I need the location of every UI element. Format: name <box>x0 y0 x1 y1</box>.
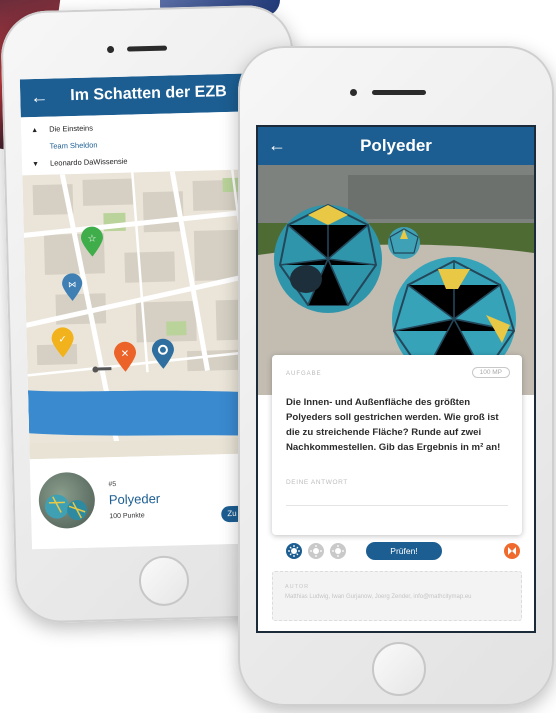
rank-up-icon: ▲ <box>31 126 39 135</box>
team-name: Leonardo DaWissensie <box>49 156 128 168</box>
ranking-row-current: Team Sheldon <box>31 138 97 154</box>
hint-3-icon[interactable] <box>330 543 346 559</box>
speaker-grille <box>126 45 168 52</box>
task-number: #5 <box>108 481 117 489</box>
task-thumbnail <box>38 471 96 530</box>
svg-text:☆: ☆ <box>87 233 96 244</box>
map-marker-check-icon[interactable]: ✓ <box>50 326 75 359</box>
user-location-icon <box>92 366 112 373</box>
home-button[interactable] <box>372 642 426 696</box>
check-answer-button[interactable]: Prüfen! <box>366 542 442 560</box>
ranking-row: ▲ Die Einsteins <box>31 122 93 138</box>
author-text: Matthias Ludwig, Iwan Gurjanow, Joerg Ze… <box>285 594 472 600</box>
skip-icon[interactable] <box>504 543 520 559</box>
answer-input[interactable]: DEINE ANTWORT <box>286 479 348 486</box>
phone-front: ← Polyeder AUFGABE 100 MP Die Innen- und… <box>238 46 554 706</box>
author-label: AUTOR <box>285 584 310 590</box>
back-arrow-icon[interactable]: ← <box>30 86 49 108</box>
author-box: AUTOR Matthias Ludwig, Iwan Gurjanow, Jo… <box>272 571 522 621</box>
front-camera <box>350 89 357 96</box>
home-button[interactable] <box>138 555 190 607</box>
ranking-row: ▼ Leonardo DaWissensie <box>32 155 128 171</box>
task-points: 100 Punkte <box>109 512 145 521</box>
task-card: AUFGABE 100 MP Die Innen- und Außenfläch… <box>272 355 522 535</box>
task-name: Polyeder <box>108 490 161 508</box>
task-label: AUFGABE <box>286 371 322 377</box>
map-marker-fail-icon[interactable]: ✕ <box>113 340 138 373</box>
task-screen: ← Polyeder AUFGABE 100 MP Die Innen- und… <box>256 125 536 633</box>
action-bar: Prüfen! <box>258 539 534 563</box>
map-marker-star-icon[interactable]: ☆ <box>80 225 105 258</box>
map-marker-skip-icon[interactable]: ⋈ <box>61 272 84 303</box>
answer-underline <box>286 505 508 506</box>
speaker-grille <box>372 90 426 95</box>
svg-text:✕: ✕ <box>121 349 130 360</box>
svg-text:✓: ✓ <box>58 334 67 345</box>
rank-down-icon: ▼ <box>31 160 40 169</box>
task-question: Die Innen- und Außenfläche des größten P… <box>286 397 501 453</box>
map-marker-open-icon[interactable] <box>151 337 176 370</box>
svg-text:⋈: ⋈ <box>68 279 77 289</box>
points-badge: 100 MP <box>471 367 510 378</box>
front-camera <box>106 45 115 54</box>
page-title: Im Schatten der EZB <box>70 83 227 105</box>
hint-2-icon[interactable] <box>308 543 324 559</box>
page-title: Polyeder <box>360 136 432 155</box>
app-bar: ← Polyeder <box>258 127 534 165</box>
hint-1-icon[interactable] <box>286 543 302 559</box>
team-name: Team Sheldon <box>49 140 98 151</box>
team-name: Die Einsteins <box>49 123 94 134</box>
